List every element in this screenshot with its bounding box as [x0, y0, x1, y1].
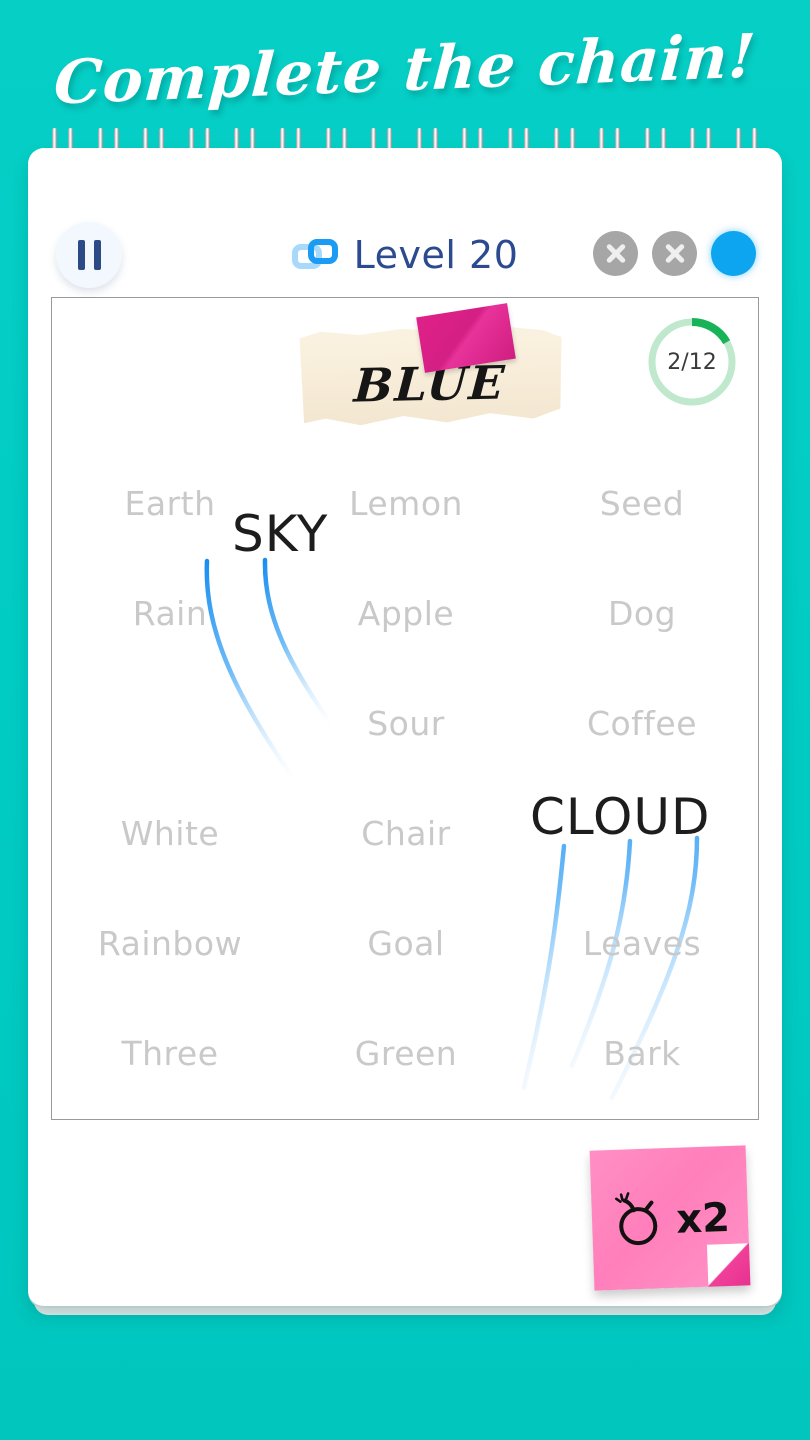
- progress-ring: 2/12: [644, 314, 740, 410]
- lives-indicator: [593, 231, 756, 276]
- bomb-powerup-note[interactable]: x2: [589, 1145, 751, 1291]
- word-option[interactable]: White: [52, 778, 288, 888]
- play-area: BLUE 2/12 Earth Lemon Seed Rain Apple Do…: [51, 297, 759, 1120]
- bomb-icon: [615, 1192, 658, 1246]
- word-option[interactable]: Rainbow: [52, 888, 288, 998]
- pause-icon-bar-left: [77, 240, 85, 270]
- word-option[interactable]: Sour: [288, 668, 524, 778]
- word-option[interactable]: Goal: [288, 888, 524, 998]
- word-slot-empty: [52, 668, 288, 778]
- bomb-note-content: x2: [590, 1145, 751, 1290]
- life-indicator-2[interactable]: [711, 231, 756, 276]
- word-option[interactable]: Seed: [524, 448, 758, 558]
- game-topbar: Level 20: [28, 220, 782, 296]
- level-label: Level 20: [353, 233, 519, 277]
- word-option[interactable]: Leaves: [524, 888, 758, 998]
- progress-value: 2/12: [667, 349, 717, 375]
- active-word-0[interactable]: SKY: [232, 505, 328, 563]
- banner-title: Complete the chain!: [51, 21, 759, 119]
- word-option[interactable]: Green: [288, 998, 524, 1108]
- life-indicator-0[interactable]: [593, 231, 638, 276]
- word-option[interactable]: Dog: [524, 558, 758, 668]
- notepad-card: Level 20 BLUE 2/12 Earth Lemon Seed Rain…: [28, 148, 782, 1315]
- word-grid: Earth Lemon Seed Rain Apple Dog Sour Coffee Whit…: [52, 448, 758, 1108]
- word-option[interactable]: Coffee: [524, 668, 758, 778]
- word-option[interactable]: Chair: [288, 778, 524, 888]
- bomb-multiplier: x2: [675, 1194, 731, 1243]
- active-word-1[interactable]: CLOUD: [530, 788, 710, 846]
- word-option[interactable]: Three: [52, 998, 288, 1108]
- word-option[interactable]: Rain: [52, 558, 288, 668]
- pause-icon-bar-right: [93, 240, 101, 270]
- chain-link-back: [291, 244, 322, 269]
- word-option[interactable]: Apple: [288, 558, 524, 668]
- chain-links-icon: [291, 237, 344, 273]
- chain-link-front: [307, 239, 338, 264]
- word-option[interactable]: Bark: [524, 998, 758, 1108]
- life-indicator-1[interactable]: [652, 231, 697, 276]
- pause-button[interactable]: [56, 222, 122, 288]
- banner: Complete the chain!: [0, 0, 810, 140]
